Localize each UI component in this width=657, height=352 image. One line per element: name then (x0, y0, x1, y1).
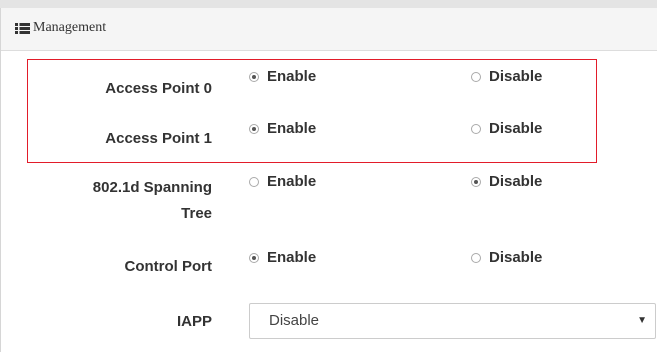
enable-option-label: Enable (267, 249, 317, 266)
control-port-label: Control Port (124, 258, 213, 275)
panel-title: Management (33, 20, 107, 35)
spanning-tree-disable[interactable]: Disable (471, 172, 561, 192)
disable-option-label: Disable (489, 173, 543, 190)
radio-button-selected[interactable] (249, 124, 259, 134)
enable-option-label: Enable (267, 120, 317, 137)
iapp-select-value: Disable (269, 312, 320, 329)
iapp-label: IAPP (176, 313, 212, 330)
radio-button-selected[interactable] (471, 177, 481, 187)
iapp-select[interactable]: Disable ▼ (249, 303, 656, 339)
radio-button[interactable] (471, 72, 481, 82)
radio-button-selected[interactable] (249, 72, 259, 82)
management-panel: Management Access Point 0 Enable Disable… (0, 8, 657, 352)
spanning-tree-label: 802.1d Spanning Tree (93, 175, 212, 227)
access-point-0-disable[interactable]: Disable (471, 67, 561, 87)
spanning-tree-label-line1: 802.1d Spanning (92, 179, 212, 196)
dropdown-arrow-icon[interactable]: ▼ (637, 314, 647, 328)
spanning-tree-label-line2: Tree (181, 205, 212, 222)
disable-option-label: Disable (489, 68, 543, 85)
radio-button-selected[interactable] (249, 253, 259, 263)
disable-option-label: Disable (489, 120, 543, 137)
radio-button[interactable] (471, 253, 481, 263)
access-point-0-label: Access Point 0 (105, 80, 212, 97)
enable-option-label: Enable (267, 173, 317, 190)
enable-option-label: Enable (267, 68, 317, 85)
control-port-enable[interactable]: Enable (249, 248, 339, 268)
radio-button[interactable] (249, 177, 259, 187)
list-icon (15, 23, 30, 34)
control-port-disable[interactable]: Disable (471, 248, 561, 268)
spanning-tree-enable[interactable]: Enable (249, 172, 339, 192)
panel-heading: Management (1, 8, 657, 51)
disable-option-label: Disable (489, 249, 543, 266)
access-point-0-enable[interactable]: Enable (249, 67, 339, 87)
radio-button[interactable] (471, 124, 481, 134)
access-point-1-label: Access Point 1 (105, 130, 212, 147)
access-point-1-disable[interactable]: Disable (471, 119, 561, 139)
access-point-1-enable[interactable]: Enable (249, 119, 339, 139)
